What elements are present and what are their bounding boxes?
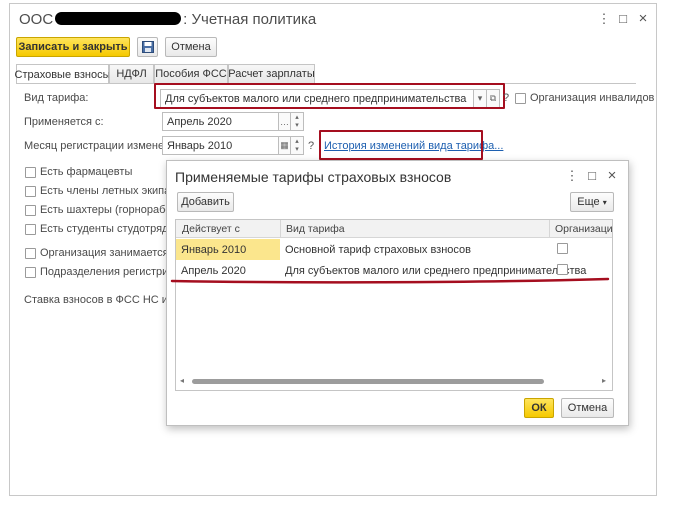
dialog-title: Применяемые тарифы страховых взносов (175, 169, 452, 185)
save-and-close-button[interactable]: Записать и закрыть (16, 37, 130, 57)
table-header: Действует с Вид тарифа Организация (176, 220, 612, 238)
scrollbar-thumb[interactable] (192, 379, 544, 384)
highlight-frame-tariff (154, 83, 505, 109)
fss-rate-label: Ставка взносов в ФСС НС и ПЗ: (24, 294, 189, 306)
help-icon-2[interactable]: ? (308, 140, 314, 152)
pharmacists-label: Есть фармацевты (40, 166, 133, 178)
window-title: ООС : Учетная политика (19, 11, 316, 28)
month-stepper[interactable]: ▴ ▾ (290, 136, 304, 155)
more-button[interactable]: Еще ▾ (570, 192, 614, 212)
red-underline-annotation (170, 277, 610, 284)
dialog-close-icon[interactable]: × (605, 168, 619, 183)
applied-from-label: Применяется с: (24, 116, 104, 128)
dialog-cancel-button[interactable]: Отмена (561, 398, 614, 418)
horizontal-scrollbar[interactable]: ◂ ▸ (178, 376, 610, 386)
flight-crew-checkbox[interactable] (25, 186, 36, 197)
row-org-checkbox[interactable] (557, 243, 568, 254)
close-icon[interactable]: × (636, 11, 650, 26)
title-suffix: : Учетная политика (183, 11, 317, 28)
more-label: Еще (577, 196, 600, 208)
divisions-checkbox[interactable] (25, 267, 36, 278)
save-button[interactable] (137, 37, 158, 57)
dialog-more-icon[interactable]: ⋮ (565, 169, 579, 183)
column-header-org[interactable]: Организация (555, 223, 612, 235)
period-stepper[interactable]: ▴ ▾ (290, 112, 304, 131)
floppy-disk-icon (141, 41, 154, 53)
miners-checkbox[interactable] (25, 205, 36, 216)
students-label: Есть студенты студотрядов (40, 223, 181, 235)
title-prefix: ООС (19, 11, 54, 28)
highlight-frame-history (319, 130, 483, 160)
column-divider (280, 220, 281, 238)
tariffs-dialog: Применяемые тарифы страховых взносов ⋮ □… (166, 160, 629, 426)
disabled-org-checkbox[interactable] (515, 93, 526, 104)
cancel-button[interactable]: Отмена (165, 37, 217, 57)
help-icon[interactable]: ? (503, 92, 509, 104)
reg-month-field[interactable]: Январь 2010 (162, 136, 279, 155)
table-row[interactable]: Январь 2010 Основной тариф страховых взн… (176, 239, 612, 260)
applied-from-field[interactable]: Апрель 2020 (162, 112, 279, 131)
chevron-down-icon: ▾ (602, 197, 607, 207)
pharmacists-checkbox[interactable] (25, 167, 36, 178)
scroll-right-icon[interactable]: ▸ (602, 376, 606, 385)
ok-button[interactable]: ОК (524, 398, 554, 418)
column-header-date[interactable]: Действует с (182, 223, 240, 235)
tariffs-table: Действует с Вид тарифа Организация Январ… (175, 219, 613, 391)
students-checkbox[interactable] (25, 224, 36, 235)
more-options-icon[interactable]: ⋮ (597, 12, 611, 26)
maximize-icon[interactable]: □ (616, 12, 630, 26)
tab-payroll[interactable]: Расчет зарплаты (228, 64, 315, 83)
column-header-tariff[interactable]: Вид тарифа (286, 223, 345, 235)
scroll-left-icon[interactable]: ◂ (180, 376, 184, 385)
tab-fss-benefits[interactable]: Пособия ФСС (154, 64, 228, 83)
tab-ndfl[interactable]: НДФЛ (109, 64, 154, 83)
dialog-maximize-icon[interactable]: □ (585, 169, 599, 183)
tariff-label: Вид тарифа: (24, 92, 89, 104)
add-button[interactable]: Добавить (177, 192, 234, 212)
tab-insurance-contributions[interactable]: Страховые взносы (15, 64, 111, 84)
row-tariff: Основной тариф страховых взносов (285, 243, 472, 256)
column-divider (549, 220, 550, 238)
disabled-org-label: Организация инвалидов (530, 92, 655, 104)
redacted-org-name (55, 12, 182, 25)
org-activity-checkbox[interactable] (25, 248, 36, 259)
row-date: Январь 2010 (176, 239, 280, 260)
